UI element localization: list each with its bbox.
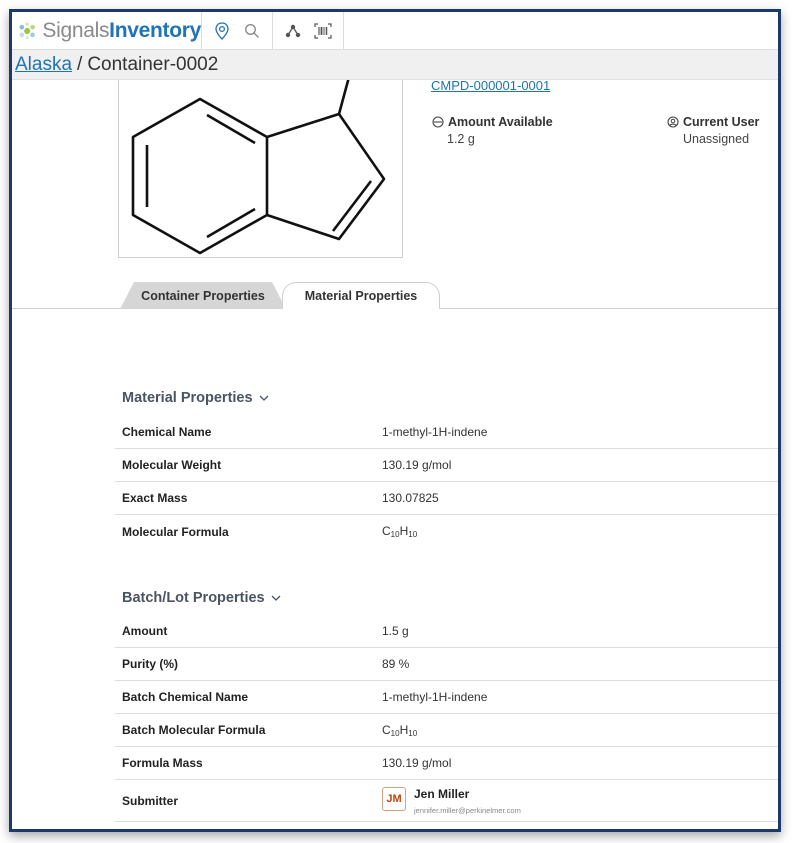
property-row-molecular-formula: Molecular Formula C10H10 bbox=[115, 515, 778, 548]
property-row-batch-chemical-name: Batch Chemical Name 1-methyl-1H-indene bbox=[115, 681, 778, 714]
property-value: 1-methyl-1H-indene bbox=[382, 425, 488, 439]
amount-available-stat: Amount Available 1.2 g bbox=[432, 115, 553, 146]
property-value: 130.07825 bbox=[382, 491, 439, 505]
brand-name-signals: Signals bbox=[42, 18, 110, 42]
user-circle-icon bbox=[667, 116, 679, 128]
property-row-chemical-name: Chemical Name 1-methyl-1H-indene bbox=[115, 416, 778, 449]
submitter-name: Jen Miller bbox=[414, 786, 470, 801]
brand-name-inventory: Inventory bbox=[109, 18, 201, 42]
structure-image bbox=[118, 58, 403, 258]
property-row-submitter: Submitter JM Jen Miller jennifer.miller@… bbox=[115, 780, 778, 822]
property-value: 1-methyl-1H-indene bbox=[382, 690, 488, 704]
breadcrumb-link-parent[interactable]: Alaska bbox=[15, 54, 72, 76]
current-user-stat: Current User Unassigned bbox=[667, 115, 778, 146]
property-label: Batch Chemical Name bbox=[122, 690, 249, 704]
top-toolbar: Signals Inventory bbox=[12, 12, 778, 50]
current-user-value: Unassigned bbox=[683, 132, 750, 146]
property-value: 130.19 g/mol bbox=[382, 756, 452, 770]
avatar: JM bbox=[382, 786, 406, 811]
property-value: 130.19 g/mol bbox=[382, 458, 452, 472]
property-row-batch-molecular-formula: Batch Molecular Formula C10H10 bbox=[115, 714, 778, 747]
breadcrumb-separator: / bbox=[77, 53, 83, 75]
property-value: 89 % bbox=[382, 657, 410, 671]
tab-material-properties[interactable]: Material Properties bbox=[282, 282, 440, 309]
batch-lot-properties-title: Batch/Lot Properties bbox=[122, 590, 265, 606]
property-row-amount: Amount 1.5 g bbox=[115, 615, 778, 648]
amount-available-value: 1.2 g bbox=[447, 132, 475, 146]
material-properties-header[interactable]: Material Properties bbox=[122, 390, 269, 406]
toolbar-group-tools bbox=[273, 12, 344, 49]
amount-available-label: Amount Available bbox=[448, 115, 553, 129]
property-label: Formula Mass bbox=[122, 756, 203, 770]
submitter-card[interactable]: JM Jen Miller jennifer.miller@perkinelme… bbox=[382, 786, 521, 815]
current-user-label: Current User bbox=[683, 115, 760, 129]
compound-id-link[interactable]: CMPD-000001-0001 bbox=[431, 78, 550, 93]
property-value: 1.5 g bbox=[382, 624, 409, 638]
property-row-exact-mass: Exact Mass 130.07825 bbox=[115, 482, 778, 515]
barcode-icon[interactable] bbox=[313, 21, 333, 41]
chemical-structure-drawing bbox=[131, 76, 386, 255]
property-label: Batch Molecular Formula bbox=[122, 723, 266, 737]
material-properties-title: Material Properties bbox=[122, 390, 253, 406]
property-value: C10H10 bbox=[382, 722, 418, 738]
property-label: Molecular Formula bbox=[122, 524, 229, 539]
property-row-molecular-weight: Molecular Weight 130.19 g/mol bbox=[115, 449, 778, 482]
signals-logo-icon bbox=[19, 22, 35, 39]
property-label: Purity (%) bbox=[122, 657, 179, 671]
property-label: Submitter bbox=[122, 793, 179, 808]
property-label: Exact Mass bbox=[122, 491, 188, 505]
property-label: Chemical Name bbox=[122, 425, 212, 439]
structure-search-icon[interactable] bbox=[283, 21, 303, 41]
property-label: Amount bbox=[122, 624, 168, 638]
chevron-down-icon bbox=[259, 395, 269, 401]
property-row-formula-mass: Formula Mass 130.19 g/mol bbox=[115, 747, 778, 780]
search-icon[interactable] bbox=[242, 21, 262, 41]
batch-lot-properties-header[interactable]: Batch/Lot Properties bbox=[122, 590, 281, 606]
property-label: Molecular Weight bbox=[122, 458, 222, 472]
amount-gauge-icon bbox=[432, 116, 444, 128]
app-window: Signals Inventory CMPD-000001-0001 Alask… bbox=[9, 9, 781, 832]
submitter-email: jennifer.miller@perkinelmer.com bbox=[414, 805, 521, 815]
property-value: C10H10 bbox=[382, 524, 418, 539]
breadcrumb-current: Container-0002 bbox=[87, 53, 219, 75]
brand-logo-area[interactable]: Signals Inventory bbox=[12, 12, 202, 49]
property-row-purity: Purity (%) 89 % bbox=[115, 648, 778, 681]
breadcrumb: Alaska / Container-0002 bbox=[12, 50, 778, 80]
toolbar-group-search bbox=[202, 12, 273, 49]
location-icon[interactable] bbox=[212, 21, 232, 41]
tab-container-properties[interactable]: Container Properties bbox=[120, 282, 286, 309]
chevron-down-icon bbox=[271, 595, 281, 601]
